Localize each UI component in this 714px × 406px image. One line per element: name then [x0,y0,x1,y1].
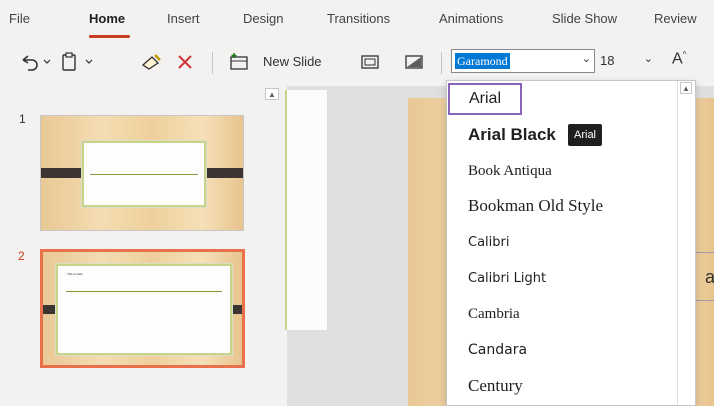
new-slide-label: New Slide [263,54,322,69]
font-option[interactable]: Century [447,368,678,404]
tab-insert[interactable]: Insert [167,11,200,26]
font-option[interactable]: Calibri [447,224,678,260]
font-size-combobox[interactable]: 18 ⌄ [597,49,657,73]
slide-divider-line [695,252,714,253]
font-option[interactable]: Cambria [447,296,678,332]
slide-divider-line [66,291,222,292]
slide-number: 1 [19,112,26,126]
slide-title-text: Title of slide [67,272,83,276]
undo-button[interactable] [18,51,54,73]
slide-background-icon [405,55,423,69]
reset-slide-button[interactable] [403,51,425,73]
toolbar-separator [212,52,213,74]
font-name-combobox[interactable]: Garamond ⌄ [451,49,595,73]
scroll-up-icon[interactable]: ▲ [265,88,279,100]
grow-font-label: A [672,50,683,68]
grow-font-button[interactable]: A^ [672,50,686,68]
slide-content-card [285,90,327,330]
caret-up-icon: ^ [682,50,687,59]
font-option[interactable]: Candara [447,332,678,368]
toolbar-separator [441,52,442,74]
slide-divider-line [695,300,714,301]
slide-thumbnail-1[interactable] [40,115,244,231]
tab-file[interactable]: File [9,11,30,26]
font-size-value: 18 [600,53,615,68]
paste-button[interactable] [60,51,98,73]
delete-button[interactable] [174,51,196,73]
undo-icon [22,55,51,71]
chevron-down-icon[interactable]: ⌄ [644,52,653,65]
format-painter-button[interactable] [140,51,164,73]
slide-content-card [81,140,207,208]
tab-animations[interactable]: Animations [439,11,503,26]
slide-divider-line [90,174,198,175]
tab-home[interactable]: Home [89,11,125,26]
tab-transitions[interactable]: Transitions [327,11,390,26]
clipboard-icon [62,52,93,71]
font-option[interactable]: Arial [448,83,522,115]
layout-icon [361,55,379,69]
chevron-down-icon[interactable]: ⌄ [582,52,591,65]
close-icon [178,55,192,69]
format-painter-icon [141,54,161,70]
scroll-up-icon[interactable]: ▲ [680,82,692,94]
slide-thumbnail-2[interactable]: Title of slide [40,249,245,368]
slide-text-fragment[interactable]: a [705,267,714,288]
slide-content-card: Title of slide [55,263,233,356]
tab-review[interactable]: Review [654,11,697,26]
new-slide-icon [230,53,248,70]
tab-slide-show[interactable]: Slide Show [552,11,617,26]
font-option[interactable]: Bookman Old Style [447,188,678,224]
slide-number: 2 [18,249,25,263]
dropdown-scrollbar[interactable]: ▲ [677,81,695,405]
layout-button[interactable] [359,51,381,73]
font-option[interactable]: Calibri Light [447,260,678,296]
font-tooltip: Arial [568,124,603,146]
font-option[interactable]: Arial Black [447,117,678,153]
font-name-value: Garamond [455,53,510,69]
ribbon-tabs: File Home Insert Design Transitions Anim… [0,0,714,38]
tab-design[interactable]: Design [243,11,283,26]
font-option[interactable]: Book Antiqua [447,153,678,189]
